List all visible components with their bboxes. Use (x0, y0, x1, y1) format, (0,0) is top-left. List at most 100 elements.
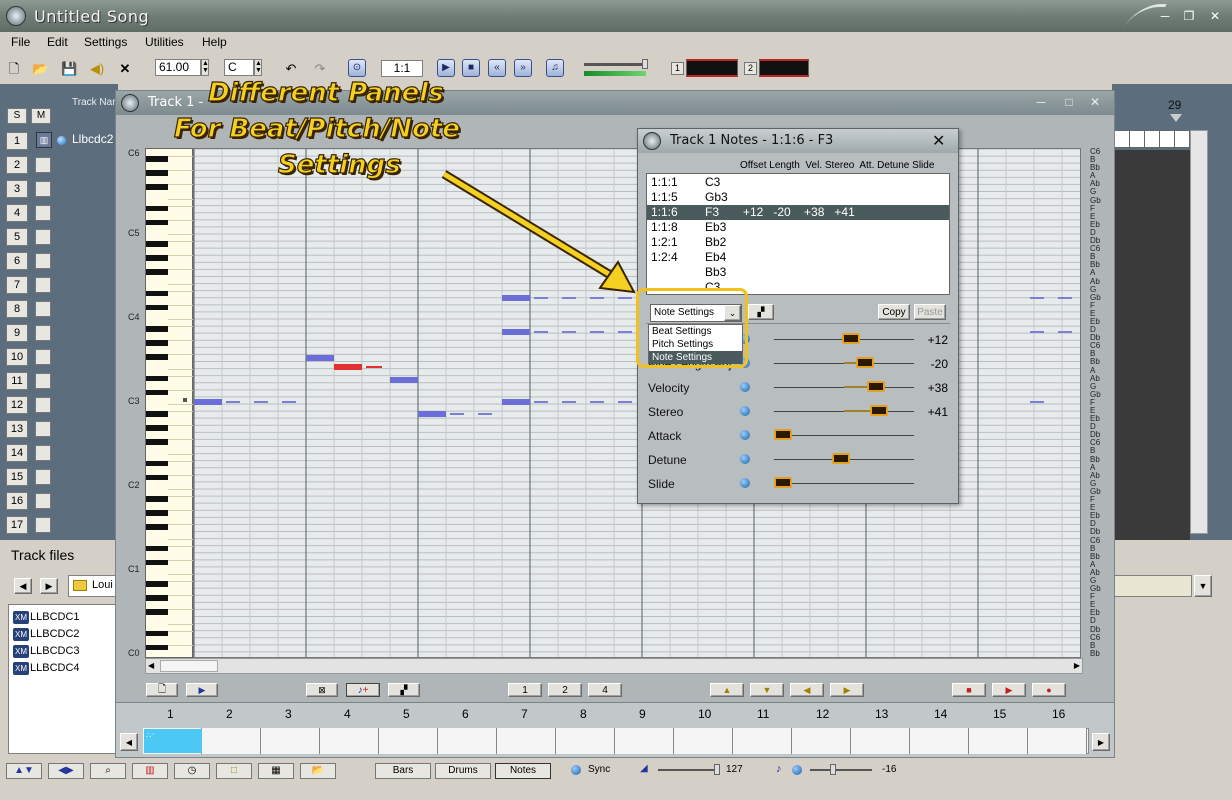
move-down-button[interactable]: ▼ (750, 683, 784, 697)
rewind-button[interactable]: « (488, 59, 506, 77)
track-number-button[interactable]: 12 (6, 396, 28, 414)
note-list-row[interactable]: 1:2:4 Eb4 (647, 250, 949, 265)
black-key[interactable] (146, 510, 168, 516)
slider-ball-icon[interactable] (740, 430, 750, 440)
track-mute-box[interactable] (35, 469, 51, 485)
page-1-button[interactable]: 1 (508, 683, 542, 697)
note-block[interactable] (502, 399, 530, 405)
key-spinner[interactable]: ▲ ▼ (254, 59, 262, 76)
horizontal-zoom-button[interactable]: ◀▶ (48, 763, 84, 779)
maximize-icon[interactable]: ❐ (1182, 10, 1196, 22)
sequence-cell-active[interactable]: ∴⁻ (144, 729, 202, 753)
black-key[interactable] (146, 156, 168, 162)
track-mute-box[interactable] (35, 373, 51, 389)
seq-scroll-left[interactable]: ◀ (120, 733, 138, 751)
move-up-button[interactable]: ▲ (710, 683, 744, 697)
piano-keyboard[interactable] (145, 148, 194, 660)
black-key[interactable] (146, 184, 168, 190)
track-number-button[interactable]: 2 (6, 156, 28, 174)
menu-utilities[interactable]: Utilities (145, 35, 184, 49)
black-key[interactable] (146, 644, 168, 651)
track-mute-box[interactable] (35, 349, 51, 365)
sequence-cell[interactable] (733, 728, 792, 754)
slider-ball-icon[interactable] (740, 454, 750, 464)
black-key[interactable] (146, 474, 168, 481)
loop-button[interactable]: ⊙ (348, 59, 366, 77)
sequence-cell[interactable] (556, 728, 615, 754)
file-item[interactable]: XM LLBCDC3 (13, 643, 80, 659)
track-mute-box[interactable] (35, 325, 51, 341)
bars-tab[interactable]: Bars (375, 763, 431, 779)
black-key[interactable] (146, 269, 168, 275)
prev-folder-button[interactable]: ◀ (14, 578, 32, 594)
slider-knob[interactable] (842, 333, 860, 344)
metronome-button[interactable]: ♫ (546, 59, 564, 77)
track-mute-box[interactable] (35, 229, 51, 245)
play-record-button[interactable]: ▶ (992, 683, 1026, 697)
scroll-left-icon[interactable]: ◀ (148, 661, 154, 670)
black-key[interactable] (146, 524, 168, 530)
black-key[interactable] (146, 630, 168, 637)
note-list-row[interactable]: 1:1:6 F3 +12 -20 +38 +41 (647, 205, 949, 220)
track-mute-box[interactable] (35, 445, 51, 461)
new-file-icon[interactable]: 🗋 (6, 61, 22, 77)
slider-track[interactable] (774, 435, 914, 436)
track-mute-box[interactable] (35, 301, 51, 317)
grid-hscroll[interactable]: ◀ ▶ (145, 658, 1083, 674)
play-pattern-button[interactable]: ▶ (186, 683, 218, 697)
open-folder-icon[interactable]: 📂 (32, 61, 48, 77)
black-key[interactable] (146, 545, 168, 552)
zoom-icon[interactable]: ⌕ (90, 763, 126, 779)
pattern-icon[interactable]: □ (216, 763, 252, 779)
notes-window-close-icon[interactable]: ✕ (932, 131, 945, 151)
black-key[interactable] (146, 241, 168, 247)
track-number-button[interactable]: 8 (6, 300, 28, 318)
black-key[interactable] (146, 326, 168, 332)
sync-ball-icon[interactable] (571, 765, 581, 775)
track-number-button[interactable]: 16 (6, 492, 28, 510)
black-key[interactable] (146, 389, 168, 396)
track-number-button[interactable]: 11 (6, 372, 28, 390)
track-number-button[interactable]: 17 (6, 516, 28, 534)
black-key[interactable] (146, 411, 168, 417)
black-key[interactable] (146, 581, 168, 587)
black-key[interactable] (146, 375, 168, 382)
track-mute-box[interactable] (35, 397, 51, 413)
sequence-cell[interactable] (615, 728, 674, 754)
sequence-cell[interactable] (438, 728, 497, 754)
sequence-cell[interactable] (851, 728, 910, 754)
track-number-button[interactable]: 3 (6, 180, 28, 198)
sequence-cell[interactable] (261, 728, 320, 754)
step-button[interactable]: ▞ (388, 683, 420, 697)
file-item[interactable]: XM LLBCDC2 (13, 626, 80, 642)
folder-open-icon[interactable]: 📂 (300, 763, 336, 779)
sequence-cell[interactable] (202, 728, 261, 754)
track-number-button[interactable]: 5 (6, 228, 28, 246)
sequence-cell[interactable] (969, 728, 1028, 754)
transpose-slider-knob[interactable] (830, 764, 836, 775)
sequence-cell[interactable] (1028, 728, 1087, 754)
menu-edit[interactable]: Edit (47, 35, 68, 49)
track-mute-box[interactable] (35, 421, 51, 437)
note-block[interactable] (502, 329, 530, 335)
fast-forward-button[interactable]: » (514, 59, 532, 77)
black-key[interactable] (146, 219, 168, 226)
track-number-button[interactable]: 7 (6, 276, 28, 294)
black-key[interactable] (146, 425, 168, 431)
menu-file[interactable]: File (11, 35, 30, 49)
note-list-row[interactable]: Bb3 (647, 265, 949, 280)
track-mute-box[interactable] (35, 493, 51, 509)
move-right-button[interactable]: ▶ (830, 683, 864, 697)
slider-knob[interactable] (774, 477, 792, 488)
black-key[interactable] (146, 170, 168, 176)
note-list-row[interactable]: 1:1:5 Gb3 (647, 190, 949, 205)
slider-knob[interactable] (856, 357, 874, 368)
scroll-right-icon[interactable]: ▶ (1074, 661, 1080, 670)
black-key[interactable] (146, 439, 168, 445)
transpose-ball-icon[interactable] (792, 765, 802, 775)
black-key[interactable] (146, 290, 168, 297)
drums-tab[interactable]: Drums (435, 763, 491, 779)
page-4-button[interactable]: 4 (588, 683, 622, 697)
tempo-input[interactable]: 61.00 (155, 59, 201, 76)
notes-list[interactable]: 1:1:1 C3 1:1:5 Gb3 1:1:6 F3 +12 -20 +38 +41 1:1… (646, 173, 950, 295)
